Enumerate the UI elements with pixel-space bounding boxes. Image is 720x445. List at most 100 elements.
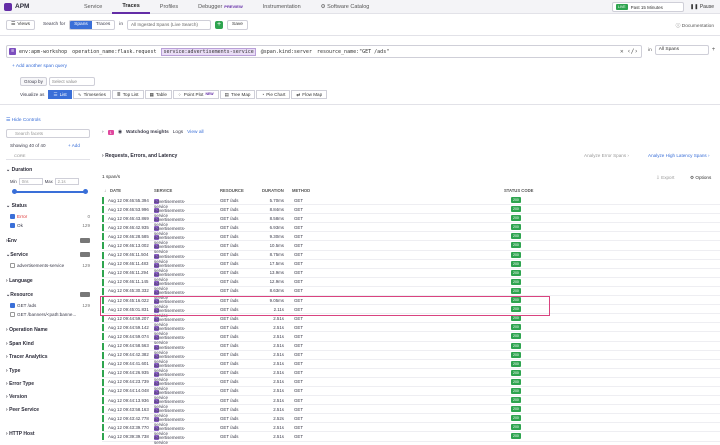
table-row[interactable]: Aug 12 09:43:39.770 advertisements-servic… <box>102 423 720 436</box>
col-service[interactable]: SERVICE <box>154 188 172 193</box>
view-all-link[interactable]: View all <box>187 130 203 135</box>
facet-resource[interactable]: ⌄ Resource <box>6 292 90 298</box>
table-row[interactable]: Aug 12 09:46:11.294 advertisements-servic… <box>102 269 720 282</box>
table-row[interactable]: Aug 12 09:46:11.145 advertisements-servic… <box>102 278 720 291</box>
facet-version[interactable]: › Version <box>6 394 27 400</box>
facet-peer-service[interactable]: › Peer Service <box>6 407 39 413</box>
tab-debugger[interactable]: Debugger PREVIEW <box>188 0 253 14</box>
analyze-error-spans[interactable]: Analyze Error Spans › <box>584 153 629 158</box>
table-row[interactable]: Aug 12 09:44:13.936 advertisements-servic… <box>102 396 720 409</box>
col-status-code[interactable]: STATUS CODE <box>504 188 533 193</box>
col-resource[interactable]: RESOURCE <box>220 188 244 193</box>
tab-profiles[interactable]: Profiles <box>150 0 188 14</box>
query-token[interactable]: @span.kind:server <box>261 49 312 55</box>
facet-filter-icon[interactable] <box>80 238 90 243</box>
col-duration[interactable]: DURATION <box>262 188 284 193</box>
facet-item-get-ads[interactable]: GET /ads 129 <box>10 303 90 308</box>
vis-flow-map[interactable]: ⇄ Flow Map <box>291 90 328 99</box>
options-button[interactable]: ⚙ Options <box>690 175 711 181</box>
facet-duration[interactable]: ⌄ Duration <box>6 167 32 173</box>
tab-software-catalog[interactable]: ⚙ Software Catalog <box>311 0 380 14</box>
table-row[interactable]: Aug 12 09:43:58.163 advertisements-servic… <box>102 405 720 418</box>
pause-button[interactable]: ❚❚ Pause <box>690 4 714 10</box>
add-facet-button[interactable]: + Add <box>68 143 80 148</box>
time-picker[interactable]: LIVE Past 15 Minutes <box>612 2 685 12</box>
add-span-query-link[interactable]: + Add another span query <box>12 64 67 69</box>
query-token[interactable]: operation_name:flask.request <box>72 49 156 55</box>
spans-toggle[interactable]: Spans <box>70 20 92 29</box>
table-row[interactable]: Aug 12 09:46:43.869 advertisements-servic… <box>102 214 720 227</box>
tab-service[interactable]: Service <box>74 0 112 14</box>
facet-filter-icon[interactable] <box>80 292 90 297</box>
col-date[interactable]: DATE <box>110 188 121 193</box>
table-row[interactable]: Aug 12 09:44:58.563 advertisements-servic… <box>102 342 720 355</box>
query-bar[interactable]: ≡ env:apm-workshop operation_name:flask.… <box>6 45 642 58</box>
vis-list[interactable]: ☰ List <box>48 90 72 99</box>
facet-operation-name[interactable]: › Operation Name <box>6 327 48 333</box>
save-button[interactable]: Save <box>227 19 248 30</box>
table-row[interactable]: Aug 12 09:43:42.778 advertisements-servic… <box>102 414 720 427</box>
vis-point-plot[interactable]: ⁘ Point Plot NEW <box>172 90 219 99</box>
group-by-select[interactable]: Select value <box>48 77 95 86</box>
add-query-plus-icon[interactable]: + <box>712 47 716 53</box>
traces-toggle[interactable]: Traces <box>92 21 114 29</box>
vis-tree-map[interactable]: ▤ Tree Map <box>219 90 256 99</box>
vis-timeseries[interactable]: ∿ Timeseries <box>72 90 111 99</box>
facet-span-kind[interactable]: › Span Kind <box>6 341 34 347</box>
checkbox[interactable] <box>10 223 15 228</box>
facet-item-service[interactable]: advertisements-service 129 <box>10 263 90 268</box>
facet-service[interactable]: ⌄ Service <box>6 252 90 258</box>
slider-max-handle[interactable] <box>83 189 88 194</box>
checkbox[interactable] <box>10 214 15 219</box>
facet-search-input[interactable]: Search facets <box>6 129 90 138</box>
facet-item-get-banners[interactable]: GET /banners/<path:banne... <box>10 312 90 317</box>
table-row[interactable]: Aug 12 09:46:11.483 advertisements-servic… <box>102 260 720 273</box>
facet-http-host[interactable]: › HTTP Host <box>6 431 35 437</box>
clear-icon[interactable]: ✕ ‹/› <box>620 48 638 55</box>
export-button[interactable]: ⇩ Export <box>656 175 674 181</box>
query-token[interactable]: resource_name:"GET /ads" <box>317 49 389 55</box>
duration-slider[interactable] <box>12 189 88 194</box>
table-row[interactable]: Aug 12 09:44:59.142 advertisements-servic… <box>102 323 720 336</box>
table-row[interactable]: Aug 12 09:46:42.935 advertisements-servic… <box>102 223 720 236</box>
tab-instrumentation[interactable]: Instrumentation <box>253 0 311 14</box>
table-row[interactable]: Aug 12 09:44:59.074 advertisements-servic… <box>102 332 720 345</box>
table-row[interactable]: Aug 12 09:44:41.601 advertisements-servic… <box>102 360 720 373</box>
col-method[interactable]: METHOD <box>292 188 310 193</box>
duration-max-input[interactable]: 2.1s <box>54 178 79 185</box>
table-row[interactable]: Aug 12 09:46:53.996 advertisements-servic… <box>102 205 720 218</box>
table-row[interactable]: Aug 12 09:46:11.504 advertisements-servic… <box>102 251 720 264</box>
sort-icon[interactable]: ↓ <box>104 188 106 193</box>
query-token[interactable]: env:apm-workshop <box>19 49 67 55</box>
facet-type[interactable]: › Type <box>6 368 20 374</box>
vis-pie-chart[interactable]: ◔ Pie Chart <box>256 90 291 99</box>
table-row[interactable]: Aug 12 09:44:14.048 advertisements-servic… <box>102 387 720 400</box>
table-row[interactable]: Aug 12 09:45:30.332 advertisements-servic… <box>102 287 720 300</box>
documentation-link[interactable]: ⓘ Documentation <box>676 22 714 29</box>
table-row[interactable]: Aug 12 09:44:23.739 advertisements-servic… <box>102 378 720 391</box>
add-plus-icon[interactable]: + <box>215 20 223 29</box>
apm-logo[interactable]: APM <box>0 2 74 11</box>
table-row[interactable]: Aug 12 09:46:13.002 advertisements-servic… <box>102 241 720 254</box>
table-row[interactable]: Aug 12 09:46:28.585 advertisements-servic… <box>102 232 720 245</box>
slider-min-handle[interactable] <box>12 189 17 194</box>
checkbox[interactable] <box>10 263 15 268</box>
table-row[interactable]: Aug 12 09:46:55.394 advertisements-servic… <box>102 196 720 209</box>
table-row[interactable]: Aug 12 09:44:42.382 advertisements-servic… <box>102 351 720 364</box>
chevron-right-icon[interactable]: › <box>102 130 104 135</box>
table-row[interactable]: Aug 12 09:44:26.935 advertisements-servic… <box>102 369 720 382</box>
index-select[interactable]: All Ingested Spans (Live Search) <box>127 19 211 30</box>
views-button[interactable]: ☰ Views <box>6 19 36 30</box>
analyze-latency-spans[interactable]: Analyze High Latency Spans › <box>648 153 710 158</box>
facet-language[interactable]: › Language <box>6 278 33 284</box>
facet-status[interactable]: ⌄ Status <box>6 203 27 209</box>
facet-error-type[interactable]: › Error Type <box>6 381 34 387</box>
duration-min-input[interactable]: 0ns <box>18 178 43 185</box>
facet-env[interactable]: › Env <box>6 238 90 244</box>
query-token-highlighted[interactable]: service:advertisements-service <box>161 47 256 56</box>
facet-item-error[interactable]: Error 0 <box>10 214 90 219</box>
red-metrics-toggle[interactable]: › Requests, Errors, and Latency <box>102 153 177 159</box>
span-scope-select[interactable]: All Spans <box>654 45 709 55</box>
vis-top-list[interactable]: ≣ Top List <box>111 90 144 99</box>
table-row[interactable]: Aug 12 09:39:39.738 advertisements-servic… <box>102 432 720 445</box>
